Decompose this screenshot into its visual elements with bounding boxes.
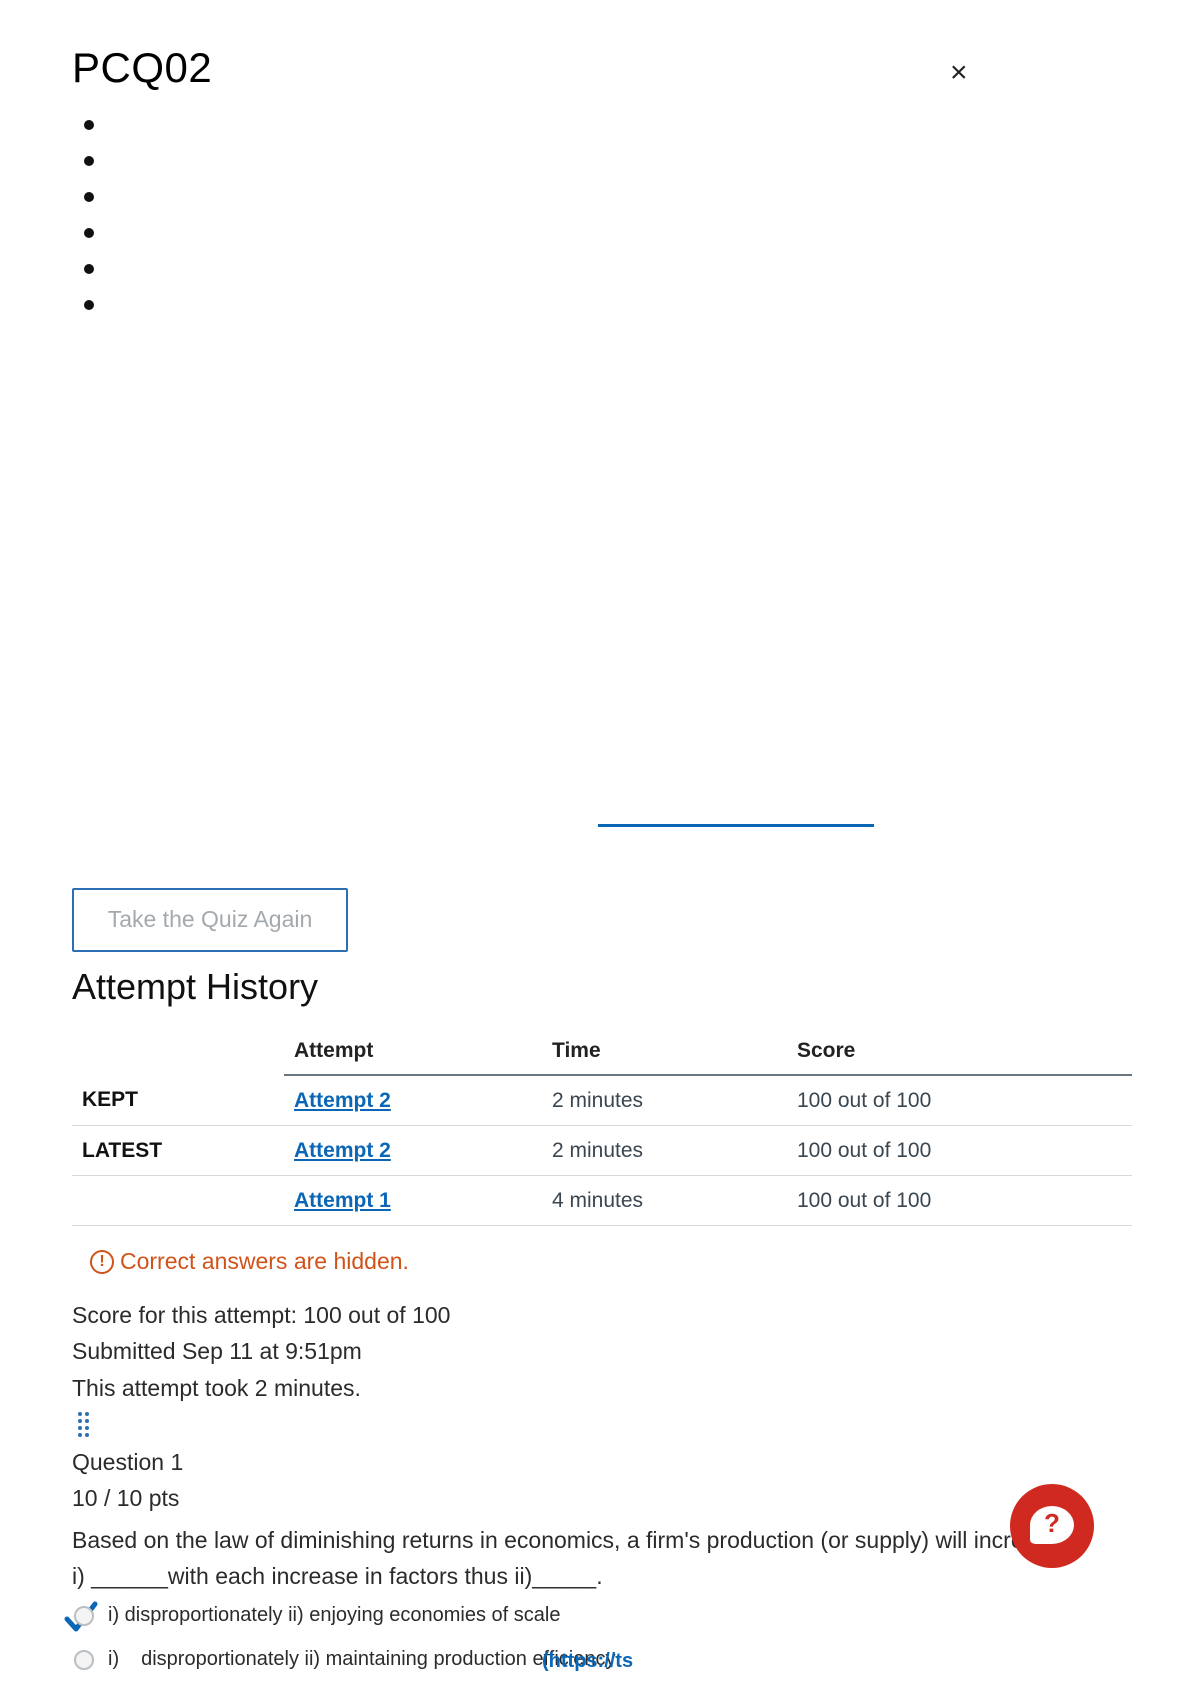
attempt-time: 4 minutes <box>542 1175 787 1226</box>
empty-bullet-list <box>84 120 94 336</box>
list-bullet <box>84 120 94 130</box>
list-bullet <box>84 264 94 274</box>
attempt-link[interactable]: Attempt 2 <box>294 1089 391 1112</box>
attempt-time: 2 minutes <box>542 1125 787 1176</box>
column-header-attempt: Attempt <box>284 1028 542 1076</box>
drag-handle-icon[interactable] <box>78 1412 90 1437</box>
answer-prefix: i) <box>108 1648 120 1670</box>
truncated-link-underline[interactable] <box>598 824 874 827</box>
warning-icon: ! <box>90 1249 114 1274</box>
list-bullet <box>84 192 94 202</box>
answer-text: i) disproportionately ii) enjoying econo… <box>108 1604 561 1626</box>
attempt-score: 100 out of 100 <box>787 1125 1132 1176</box>
attempt-duration-text: This attempt took 2 minutes. <box>72 1375 361 1401</box>
list-bullet <box>84 156 94 166</box>
attempt-history-table: Attempt Time Score KEPT Attempt 2 2 minu… <box>72 1028 1132 1226</box>
attempt-score-text: Score for this attempt: 100 out of 100 <box>72 1302 451 1328</box>
question-points: 10 / 10 pts <box>72 1485 180 1511</box>
question-title: Question 1 <box>72 1449 184 1475</box>
help-chat-button[interactable]: ? <box>1010 1484 1094 1568</box>
attempt-score: 100 out of 100 <box>787 1175 1132 1226</box>
question-text-line: i) ______with each increase in factors t… <box>72 1563 603 1589</box>
column-header-time: Time <box>542 1028 787 1076</box>
row-label: LATEST <box>72 1125 284 1176</box>
attempt-time: 2 minutes <box>542 1075 787 1126</box>
table-row: LATEST Attempt 2 2 minutes 100 out of 10… <box>72 1125 1132 1176</box>
list-bullet <box>84 228 94 238</box>
attempt-score: 100 out of 100 <box>787 1075 1132 1126</box>
attempt-link[interactable]: Attempt 1 <box>294 1189 391 1212</box>
inline-link[interactable]: (https://ts <box>542 1650 633 1673</box>
answer-option-selected[interactable]: i) disproportionately ii) enjoying econo… <box>72 1604 560 1627</box>
radio-button-checked[interactable] <box>74 1605 94 1626</box>
column-header-score: Score <box>787 1028 1132 1076</box>
table-row: KEPT Attempt 2 2 minutes 100 out of 100 <box>72 1075 1132 1126</box>
question-text-line: Based on the law of diminishing returns … <box>72 1527 1061 1553</box>
help-question-icon: ? <box>1044 1508 1060 1538</box>
answer-option[interactable]: i) disproportionately ii) maintaining pr… <box>72 1648 615 1671</box>
attempt-submitted-text: Submitted Sep 11 at 9:51pm <box>72 1338 362 1364</box>
notice-text: Correct answers are hidden. <box>120 1248 409 1274</box>
correct-answers-hidden-notice: ! Correct answers are hidden. <box>90 1248 409 1275</box>
attempt-link[interactable]: Attempt 2 <box>294 1139 391 1162</box>
column-header-label <box>72 1028 284 1075</box>
close-icon[interactable]: × <box>950 58 968 88</box>
take-quiz-again-button[interactable]: Take the Quiz Again <box>72 888 348 952</box>
radio-button[interactable] <box>74 1649 94 1670</box>
quiz-title: PCQ02 <box>72 44 213 91</box>
question-text: Based on the law of diminishing returns … <box>72 1522 1132 1594</box>
row-label: KEPT <box>72 1075 284 1126</box>
table-row: Attempt 1 4 minutes 100 out of 100 <box>72 1175 1132 1226</box>
row-label <box>72 1175 284 1226</box>
list-bullet <box>84 300 94 310</box>
attempt-history-heading: Attempt History <box>72 966 319 1007</box>
